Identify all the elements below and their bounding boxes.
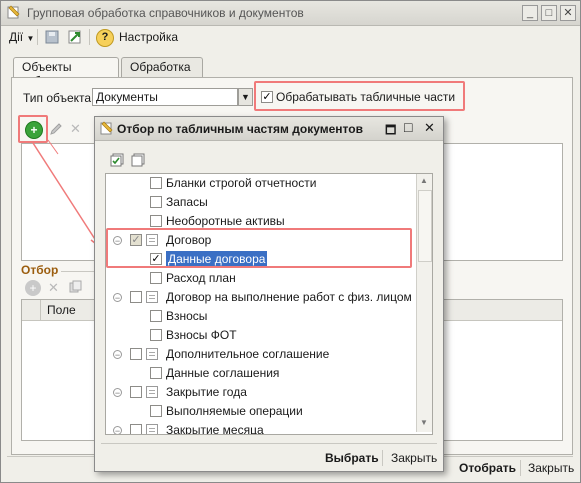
dialog-close-button[interactable]: ✕ xyxy=(424,120,435,136)
dialog-title: Отбор по табличным частям документов xyxy=(117,122,363,136)
restore-icon[interactable]: 🗖 xyxy=(385,121,396,142)
tree-item-row[interactable]: Данные соглашения xyxy=(106,364,416,383)
tree-item-label: Расход план xyxy=(166,271,236,285)
scroll-up-arrow[interactable]: ▲ xyxy=(420,176,428,185)
tree-item-label: Бланки строгой отчетности xyxy=(166,176,317,190)
tree-group-row[interactable]: − Закрытие года xyxy=(106,383,416,402)
tree-item-row[interactable]: Взносы xyxy=(106,307,416,326)
collapse-icon[interactable]: − xyxy=(113,388,122,398)
tree-item-row[interactable]: Взносы ФОТ xyxy=(106,326,416,345)
dialog-app-icon xyxy=(100,121,114,135)
tree-item-label: Выполняемые операции xyxy=(166,404,303,418)
tree-item-checkbox[interactable] xyxy=(150,177,162,189)
tree-item-label: Необоротные активы xyxy=(166,214,285,228)
dialog-footer-divider xyxy=(101,443,437,444)
highlight-frame xyxy=(106,228,412,268)
tree-item-label: Взносы ФОТ xyxy=(166,328,237,342)
tree-group-row[interactable]: − Договор на выполнение работ с физ. лицо… xyxy=(106,288,416,307)
tree-item-checkbox[interactable] xyxy=(150,196,162,208)
tree-group-row[interactable]: − Дополнительное соглашение xyxy=(106,345,416,364)
tabular-filter-dialog: Отбор по табличным частям документов 🗖 □… xyxy=(94,116,444,472)
vertical-scrollbar[interactable]: ▲ ▼ xyxy=(416,174,432,432)
tree-item-checkbox[interactable] xyxy=(150,272,162,284)
uncheck-all-icon[interactable] xyxy=(131,153,145,167)
tree-item-label: Закрытие года xyxy=(166,385,247,399)
tree-item-checkbox[interactable] xyxy=(150,367,162,379)
document-icon xyxy=(146,348,158,360)
document-icon xyxy=(146,291,158,303)
tabular-parts-tree[interactable]: Бланки строгой отчетности Запасы Необоротн… xyxy=(105,173,433,435)
check-all-icon[interactable] xyxy=(110,153,124,167)
scroll-thumb[interactable] xyxy=(418,190,432,262)
tree-item-row[interactable]: Расход план xyxy=(106,269,416,288)
dialog-select-button[interactable]: Выбрать xyxy=(325,451,379,465)
tree-item-checkbox[interactable] xyxy=(130,291,142,303)
tree-item-checkbox[interactable] xyxy=(150,215,162,227)
collapse-icon[interactable]: − xyxy=(113,350,122,360)
tree-item-row[interactable]: Бланки строгой отчетности xyxy=(106,174,416,193)
tree-item-label: Договор на выполнение работ с физ. лицом xyxy=(166,290,412,304)
tree-item-checkbox[interactable] xyxy=(130,348,142,360)
tree-item-checkbox[interactable] xyxy=(130,424,142,434)
document-icon xyxy=(146,386,158,398)
tree-item-checkbox[interactable] xyxy=(150,329,162,341)
dialog-close-text-button[interactable]: Закрыть xyxy=(391,451,437,465)
scroll-down-arrow[interactable]: ▼ xyxy=(420,418,428,427)
tree-group-row[interactable]: − Закрытие месяца xyxy=(106,421,416,435)
tree-item-label: Взносы xyxy=(166,309,208,323)
tree-item-checkbox[interactable] xyxy=(150,310,162,322)
collapse-icon[interactable]: − xyxy=(113,293,122,303)
document-icon xyxy=(146,424,158,434)
tree-item-label: Закрытие месяца xyxy=(166,423,264,435)
dialog-footer-separator xyxy=(382,450,383,466)
tree-item-checkbox[interactable] xyxy=(130,386,142,398)
tree-item-label: Данные соглашения xyxy=(166,366,280,380)
tree-item-row[interactable]: Запасы xyxy=(106,193,416,212)
tree-item-row[interactable]: Выполняемые операции xyxy=(106,402,416,421)
tree-item-label: Дополнительное соглашение xyxy=(166,347,330,361)
tree-item-label: Запасы xyxy=(166,195,208,209)
dialog-title-bar: Отбор по табличным частям документов 🗖 □… xyxy=(95,117,443,141)
dialog-maximize-button[interactable]: □ xyxy=(404,119,412,135)
tree-item-checkbox[interactable] xyxy=(150,405,162,417)
collapse-icon[interactable]: − xyxy=(113,426,122,434)
